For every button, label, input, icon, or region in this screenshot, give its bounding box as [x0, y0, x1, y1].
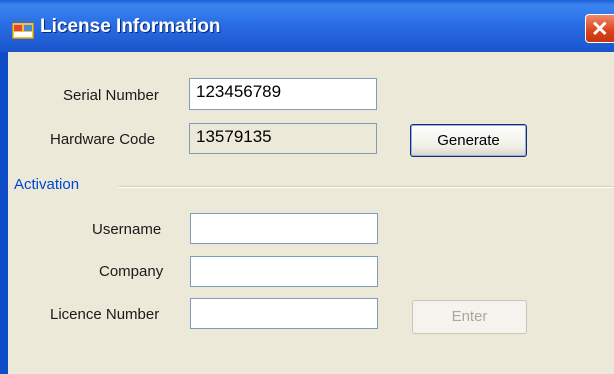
close-icon: ✕ [591, 18, 609, 41]
serial-number-label: Serial Number [63, 87, 159, 104]
enter-button[interactable]: Enter [412, 300, 527, 334]
licence-number-input[interactable] [190, 298, 378, 329]
window-title: License Information [40, 16, 221, 37]
licence-number-label: Licence Number [50, 306, 160, 323]
license-dialog: License Information ✕ Serial Number 1234… [0, 0, 614, 374]
company-input[interactable] [190, 256, 378, 287]
close-button[interactable]: ✕ [585, 14, 614, 43]
hardware-code-field: 13579135 [189, 123, 377, 154]
serial-number-input[interactable]: 123456789 [189, 78, 377, 110]
username-input[interactable] [190, 213, 378, 244]
window-frame [0, 52, 8, 374]
hardware-code-label: Hardware Code [50, 131, 156, 148]
activation-group-label: Activation [14, 176, 80, 193]
generate-button[interactable]: Generate [410, 124, 527, 157]
username-label: Username [92, 221, 162, 238]
company-label: Company [99, 263, 164, 280]
app-window-icon [12, 19, 34, 39]
title-bar[interactable]: License Information ✕ [0, 0, 614, 52]
activation-group-divider [118, 186, 614, 188]
